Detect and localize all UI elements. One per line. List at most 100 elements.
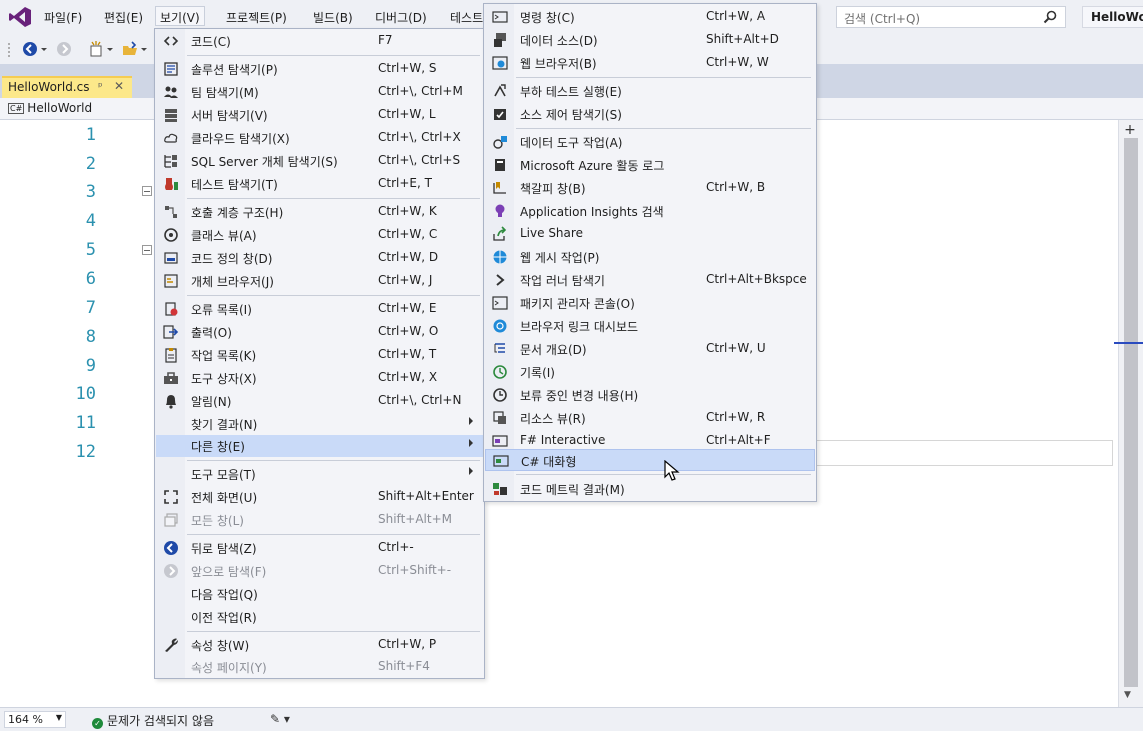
scope-dropdown[interactable]: C# HelloWorld <box>8 101 92 115</box>
menu-item-all-windows[interactable]: 모든 창(L) Shift+Alt+M <box>156 509 483 531</box>
menu-item-property-pages[interactable]: 속성 페이지(Y) Shift+F4 <box>156 656 483 678</box>
split-editor-icon[interactable]: + <box>1122 122 1138 138</box>
visual-studio-logo-icon[interactable] <box>8 6 32 28</box>
check-circle-icon: ✓ <box>92 718 103 729</box>
menu-item-full-screen[interactable]: 전체 화면(U) Shift+Alt+Enter <box>156 486 483 508</box>
menu-item-data-sources[interactable]: 데이터 소스(D) Shift+Alt+D <box>485 29 815 51</box>
menu-separator <box>516 128 811 129</box>
chevron-down-icon[interactable] <box>40 41 48 57</box>
menu-item-label: Application Insights 검색 <box>520 205 664 219</box>
resource-view-icon <box>493 411 506 424</box>
menu-item-pending-changes[interactable]: 보류 중인 변경 내용(H) <box>485 384 815 406</box>
navigate-back-icon[interactable] <box>22 41 38 57</box>
issues-status[interactable]: ✓ 문제가 검색되지 않음 <box>92 712 214 729</box>
menu-item-label: 코드(C) <box>191 35 231 49</box>
zoom-level-dropdown[interactable]: 164 % ▼ <box>4 711 66 728</box>
menu-item-label: 찾기 결과(N) <box>191 418 258 432</box>
menu-item-toolbars[interactable]: 도구 모음(T) <box>156 463 483 485</box>
menu-item-live-share[interactable]: Live Share <box>485 223 815 245</box>
solution-name[interactable]: HelloWo <box>1082 6 1143 28</box>
menu-item-class-view[interactable]: 클래스 뷰(A) Ctrl+W, C <box>156 224 483 246</box>
menu-item-web-publish[interactable]: 웹 게시 작업(P) <box>485 246 815 268</box>
menu-build[interactable]: 빌드(B) <box>313 9 353 26</box>
menu-item-call-hierarchy[interactable]: 호출 계층 구조(H) Ctrl+W, K <box>156 201 483 223</box>
menu-item-azure-activity-log[interactable]: Microsoft Azure 활동 로그 <box>485 154 815 176</box>
code-cleanup-brush-icon[interactable]: ✎ ▾ <box>270 712 290 726</box>
menu-item-task-list[interactable]: 작업 목록(K) Ctrl+W, T <box>156 344 483 366</box>
menu-edit[interactable]: 편집(E) <box>104 9 143 26</box>
menu-item-data-tools[interactable]: 데이터 도구 작업(A) <box>485 131 815 153</box>
menu-item-label: 리소스 뷰(R) <box>520 412 586 426</box>
chevron-down-icon[interactable] <box>106 41 114 57</box>
menu-item-document-outline[interactable]: 문서 개요(D) Ctrl+W, U <box>485 338 815 360</box>
menu-item-package-manager-console[interactable]: 패키지 관리자 콘솔(O) <box>485 292 815 314</box>
code-metrics-icon <box>493 483 507 495</box>
line-number: 2 <box>85 154 96 174</box>
menu-item-navigate-forward[interactable]: 앞으로 탐색(F) Ctrl+Shift+- <box>156 560 483 582</box>
cloud-explorer-icon <box>164 133 178 143</box>
menu-item-load-test[interactable]: 부하 테스트 실행(E) <box>485 80 815 102</box>
menu-item-application-insights[interactable]: Application Insights 검색 <box>485 200 815 222</box>
collapse-region-icon[interactable] <box>142 186 152 196</box>
menu-item-notifications[interactable]: 알림(N) Ctrl+\, Ctrl+N <box>156 390 483 412</box>
menu-item-sql-server-explorer[interactable]: SQL Server 개체 탐색기(S) Ctrl+\, Ctrl+S <box>156 150 483 172</box>
menu-item-solution-explorer[interactable]: 솔루션 탐색기(P) Ctrl+W, S <box>156 58 483 80</box>
menu-debug[interactable]: 디버그(D) <box>375 9 427 26</box>
tab-helloworld-cs[interactable]: HelloWorld.cs ᵖ ✕ <box>2 76 132 98</box>
menu-item-test-explorer[interactable]: 테스트 탐색기(T) Ctrl+E, T <box>156 173 483 195</box>
menu-view[interactable]: 보기(V) <box>155 6 205 26</box>
menu-item-source-control-explorer[interactable]: 소스 제어 탐색기(S) <box>485 103 815 125</box>
menu-item-shortcut: Ctrl+Alt+Bkspce <box>706 272 807 286</box>
error-list-icon <box>165 302 178 316</box>
menu-item-object-browser[interactable]: 개체 브라우저(J) Ctrl+W, J <box>156 270 483 292</box>
menu-item-team-explorer[interactable]: 팀 탐색기(M) Ctrl+\, Ctrl+M <box>156 81 483 103</box>
scroll-down-arrow-icon[interactable]: ▼ <box>1124 690 1131 700</box>
pin-icon[interactable]: ᵖ <box>98 80 103 93</box>
menu-item-shortcut: Ctrl+W, D <box>378 250 439 264</box>
menu-separator <box>187 198 480 199</box>
navigate-forward-icon[interactable] <box>56 41 72 57</box>
menu-item-previous-task[interactable]: 이전 작업(R) <box>156 606 483 628</box>
menu-item-properties-window[interactable]: 속성 창(W) Ctrl+W, P <box>156 634 483 656</box>
menu-item-cloud-explorer[interactable]: 클라우드 탐색기(X) Ctrl+\, Ctrl+X <box>156 127 483 149</box>
menu-item-label: 속성 페이지(Y) <box>191 661 267 675</box>
menu-item-code-metrics-results[interactable]: 코드 메트릭 결과(M) <box>485 478 815 500</box>
line-number: 3 <box>85 182 96 202</box>
menu-test[interactable]: 테스트 <box>450 9 483 26</box>
chevron-down-icon[interactable] <box>140 41 148 57</box>
menu-item-bookmark-window[interactable]: 책갈피 창(B) Ctrl+W, B <box>485 177 815 199</box>
collapse-region-icon[interactable] <box>142 245 152 255</box>
menu-item-resource-view[interactable]: 리소스 뷰(R) Ctrl+W, R <box>485 407 815 429</box>
menu-item-csharp-interactive[interactable]: C# 대화형 <box>485 449 815 471</box>
menu-item-code[interactable]: 코드(C) F7 <box>156 30 483 52</box>
menu-item-find-results[interactable]: 찾기 결과(N) <box>156 413 483 435</box>
chevron-down-icon: ▼ <box>55 713 62 722</box>
menu-item-navigate-back[interactable]: 뒤로 탐색(Z) Ctrl+- <box>156 537 483 559</box>
menu-separator <box>516 77 811 78</box>
menu-project[interactable]: 프로젝트(P) <box>226 9 287 26</box>
menu-item-browser-link-dashboard[interactable]: 브라우저 링크 대시보드 <box>485 315 815 337</box>
new-project-icon[interactable] <box>88 41 104 57</box>
menu-item-command-window[interactable]: 명령 창(C) Ctrl+W, A <box>485 6 815 28</box>
search-input[interactable]: 검색 (Ctrl+Q) <box>836 6 1066 28</box>
menu-item-server-explorer[interactable]: 서버 탐색기(V) Ctrl+W, L <box>156 104 483 126</box>
open-folder-icon[interactable] <box>122 41 138 57</box>
menu-item-label: 다음 작업(Q) <box>191 588 258 602</box>
command-window-icon <box>492 11 508 23</box>
menu-item-toolbox[interactable]: 도구 상자(X) Ctrl+W, X <box>156 367 483 389</box>
menu-item-shortcut: Ctrl+\, Ctrl+X <box>378 130 461 144</box>
menu-item-history[interactable]: 기록(I) <box>485 361 815 383</box>
close-icon[interactable]: ✕ <box>114 79 124 93</box>
menu-item-web-browser[interactable]: 웹 브라우저(B) Ctrl+W, W <box>485 52 815 74</box>
menu-file[interactable]: 파일(F) <box>44 9 82 26</box>
menu-item-task-runner-explorer[interactable]: 작업 러너 탐색기 Ctrl+Alt+Bkspce <box>485 269 815 291</box>
menu-item-shortcut: Ctrl+W, O <box>378 324 439 338</box>
menu-item-code-definition[interactable]: 코드 정의 창(D) Ctrl+W, D <box>156 247 483 269</box>
menu-item-next-task[interactable]: 다음 작업(Q) <box>156 583 483 605</box>
line-number: 7 <box>85 298 96 318</box>
menu-item-error-list[interactable]: 오류 목록(I) Ctrl+W, E <box>156 298 483 320</box>
scrollbar-thumb[interactable] <box>1124 138 1138 687</box>
menu-item-other-windows[interactable]: 다른 창(E) <box>156 435 483 457</box>
search-icon <box>1043 10 1057 24</box>
menu-item-output[interactable]: 출력(O) Ctrl+W, O <box>156 321 483 343</box>
